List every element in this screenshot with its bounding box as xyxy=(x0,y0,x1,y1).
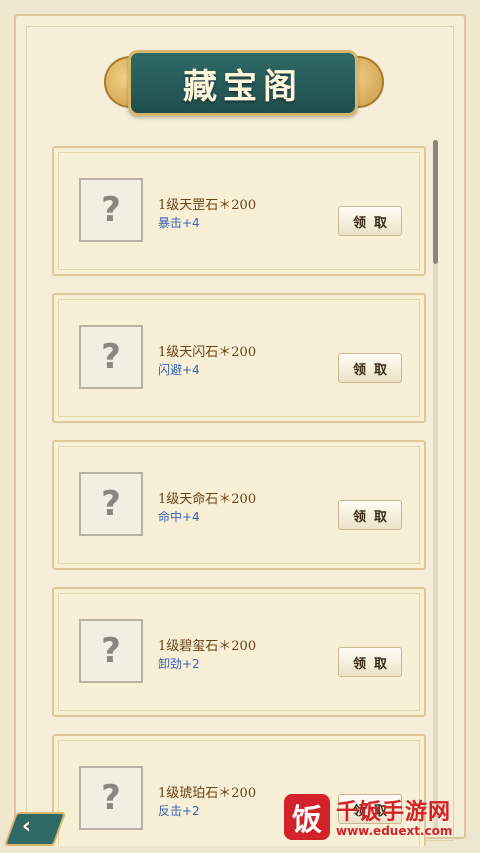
item-stat: 反击+2 xyxy=(158,804,200,818)
back-button-plate xyxy=(3,812,67,846)
item-thumbnail: ? xyxy=(79,766,143,830)
item-stat: 卸劲+2 xyxy=(158,657,200,671)
question-mark-icon: ? xyxy=(101,631,121,671)
claim-button[interactable]: 领取 xyxy=(338,206,402,236)
watermark-url: www.eduext.com xyxy=(336,824,453,838)
question-mark-icon: ? xyxy=(101,190,121,230)
item-thumbnail: ? xyxy=(79,619,143,683)
item-thumbnail: ? xyxy=(79,325,143,389)
question-mark-icon: ? xyxy=(101,337,121,377)
claim-button[interactable]: 领取 xyxy=(338,353,402,383)
question-mark-icon: ? xyxy=(101,778,121,818)
item-thumbnail: ? xyxy=(79,472,143,536)
title-banner: 藏宝阁 xyxy=(100,38,386,126)
reward-list[interactable]: ? 1级天罡石＊200 暴击+4 领取 ? 1级天闪石＊200 闪避+4 领取 … xyxy=(52,146,428,846)
watermark-logo: 饭 xyxy=(284,794,330,840)
item-stat: 闪避+4 xyxy=(158,363,200,377)
item-name: 1级琥珀石＊200 xyxy=(158,786,257,801)
item-name: 1级天命石＊200 xyxy=(158,492,257,507)
item-stat: 命中+4 xyxy=(158,510,200,524)
list-item: ? 1级碧玺石＊200 卸劲+2 领取 xyxy=(52,587,426,717)
back-button[interactable]: ‹ xyxy=(0,806,70,853)
question-mark-icon: ? xyxy=(101,484,121,524)
item-name: 1级天闪石＊200 xyxy=(158,345,257,360)
item-stat: 暴击+4 xyxy=(158,216,200,230)
item-name: 1级碧玺石＊200 xyxy=(158,639,257,654)
back-arrow-icon: ‹ xyxy=(22,814,32,839)
site-watermark: 饭 千饭手游网 www.eduext.com xyxy=(280,788,480,853)
claim-button[interactable]: 领取 xyxy=(338,647,402,677)
claim-button[interactable]: 领取 xyxy=(338,500,402,530)
list-item: ? 1级天闪石＊200 闪避+4 领取 xyxy=(52,293,426,423)
watermark-title: 千饭手游网 xyxy=(336,800,452,825)
scrollbar-thumb[interactable] xyxy=(433,140,438,264)
list-item: ? 1级天罡石＊200 暴击+4 领取 xyxy=(52,146,426,276)
item-name: 1级天罡石＊200 xyxy=(158,198,257,213)
page-title: 藏宝阁 xyxy=(183,66,303,107)
item-thumbnail: ? xyxy=(79,178,143,242)
list-item: ? 1级天命石＊200 命中+4 领取 xyxy=(52,440,426,570)
